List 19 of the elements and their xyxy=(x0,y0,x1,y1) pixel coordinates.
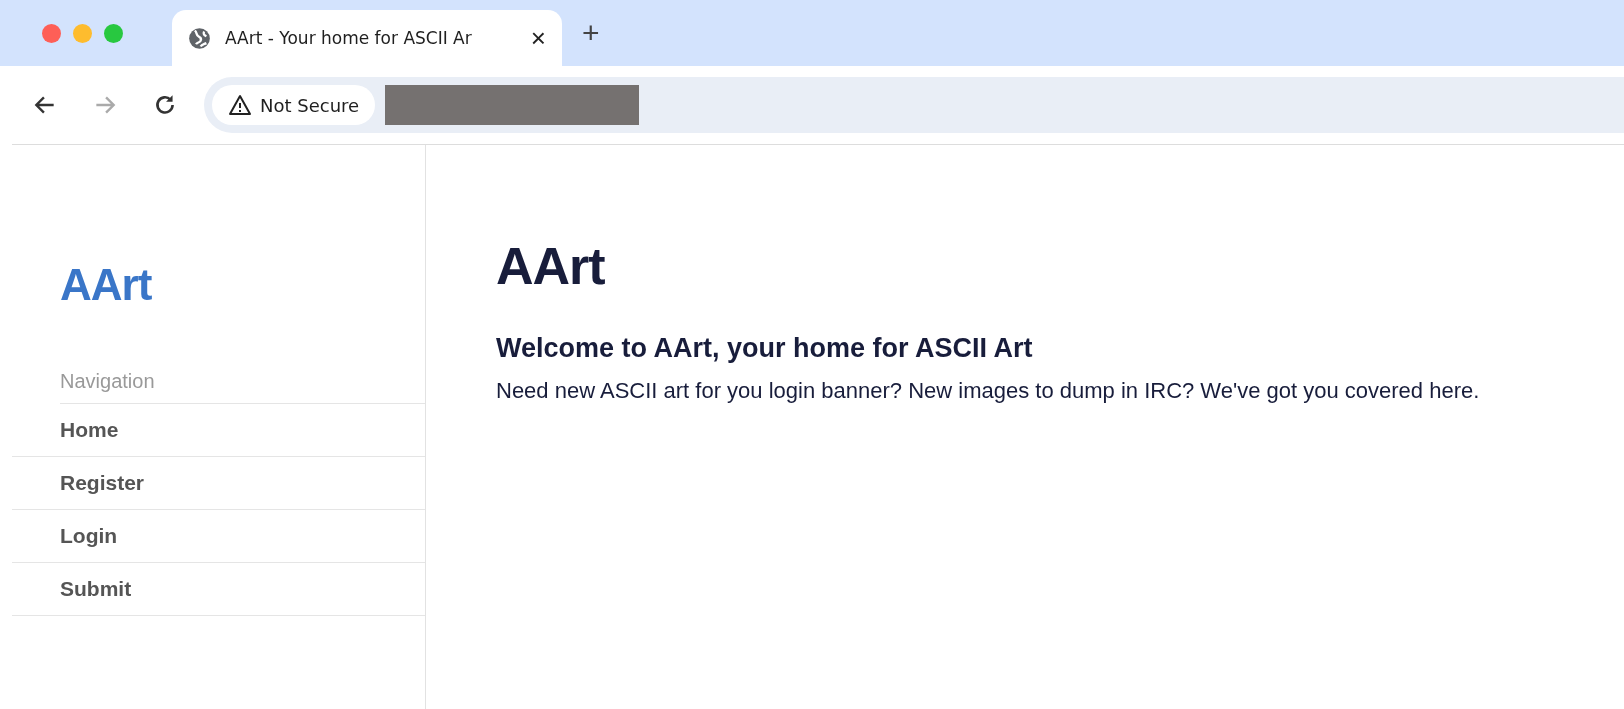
nav-link[interactable]: Register xyxy=(12,457,425,510)
close-tab-button[interactable]: × xyxy=(530,25,546,51)
browser-tab[interactable]: AArt - Your home for ASCII Ar × xyxy=(172,10,562,66)
address-bar[interactable]: Not Secure xyxy=(204,77,1624,133)
intro-paragraph: Need new ASCII art for you login banner? New images to dump in IRC? We've got you covered here. xyxy=(496,377,1481,406)
nav-link[interactable]: Submit xyxy=(12,563,425,616)
nav-link[interactable]: Home xyxy=(12,404,425,457)
nav-link[interactable]: Login xyxy=(12,510,425,563)
welcome-heading: Welcome to AArt, your home for ASCII Art xyxy=(496,333,1034,365)
navigation-heading: Navigation xyxy=(60,370,425,404)
new-tab-button[interactable]: + xyxy=(582,18,600,48)
zoom-window-button[interactable] xyxy=(104,23,123,43)
globe-icon xyxy=(188,26,211,50)
close-window-button[interactable] xyxy=(42,23,61,43)
warning-icon xyxy=(228,93,252,117)
page-title: AArt xyxy=(496,236,606,297)
security-chip[interactable]: Not Secure xyxy=(212,85,376,125)
site-logo[interactable]: AArt xyxy=(60,260,152,310)
minimize-window-button[interactable] xyxy=(73,23,92,43)
